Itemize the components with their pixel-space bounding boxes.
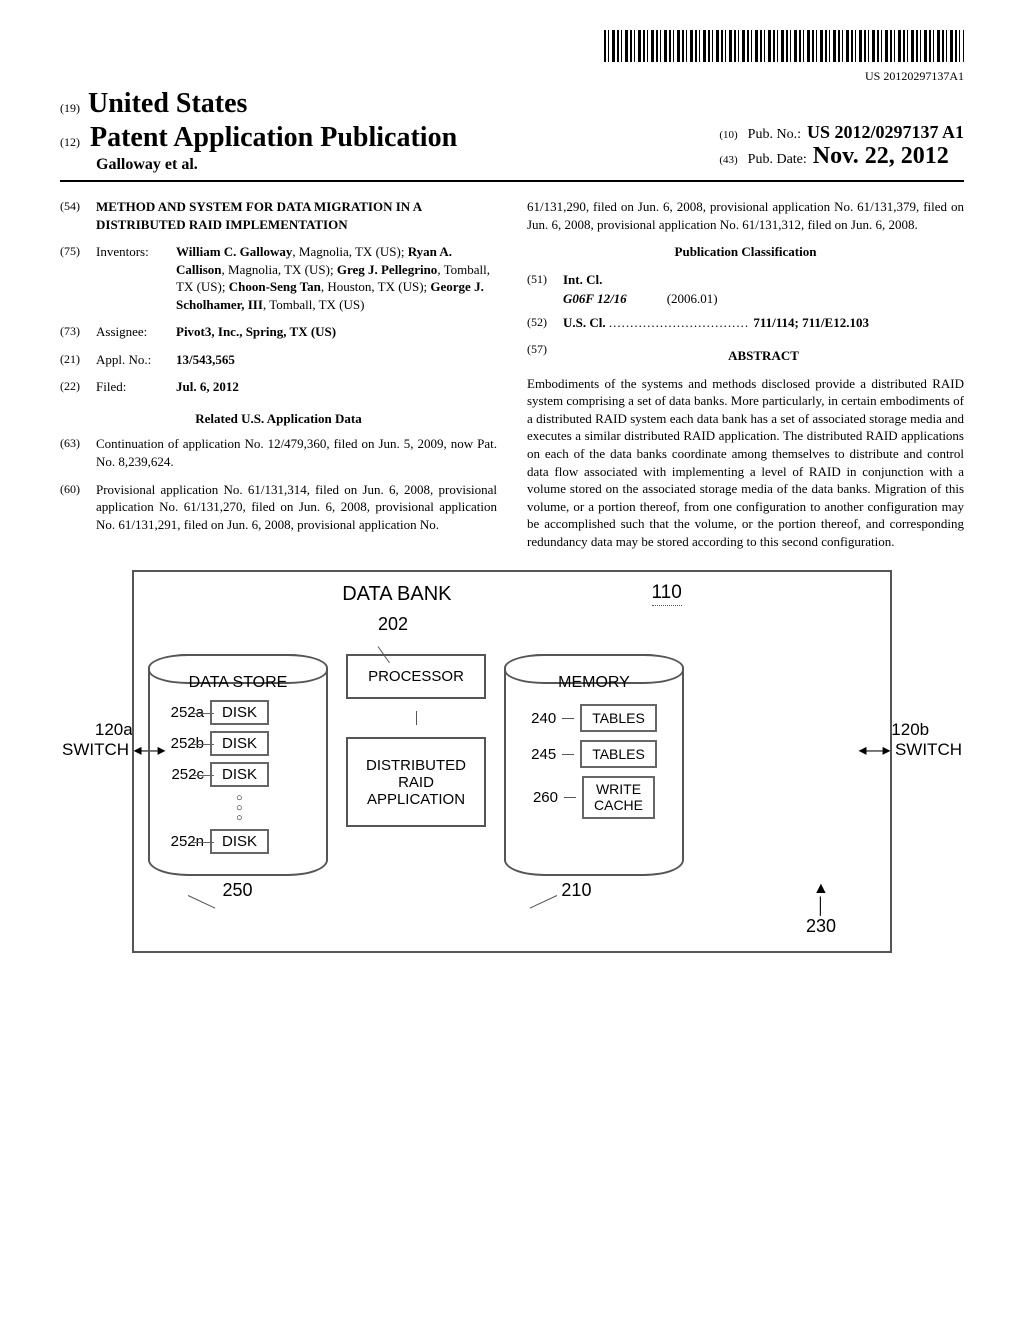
disk-box-n: DISK	[210, 829, 269, 854]
leader-line-icon	[530, 895, 558, 909]
connector-icon	[564, 797, 576, 798]
prov-text: Provisional application No. 61/131,314, …	[96, 481, 497, 534]
fig-ref-210: 210	[561, 880, 591, 900]
assignee-label: Assignee:	[96, 323, 176, 341]
connector-icon	[562, 718, 574, 719]
fig-ref-230-group: ▲│ 230	[806, 880, 836, 937]
assignee-code: (73)	[60, 323, 96, 341]
pub-type: Patent Application Publication	[90, 122, 457, 154]
mem-label-260: 260	[533, 789, 558, 806]
uscl-dots	[609, 315, 754, 330]
wc-line1: WRITE	[596, 781, 641, 797]
inventors-label: Inventors:	[96, 243, 176, 313]
filed-value: Jul. 6, 2012	[176, 378, 497, 396]
disk-ellipsis: ○○○	[236, 793, 316, 823]
fig-ref-202: 202	[378, 614, 408, 634]
pub-date: Nov. 22, 2012	[813, 143, 949, 170]
mem-box-writecache: WRITE CACHE	[582, 776, 655, 819]
country-code: (19)	[60, 101, 80, 115]
datastore-title: DATA STORE	[160, 674, 316, 692]
pub-no-code: (10)	[719, 129, 737, 141]
cont-text: Continuation of application No. 12/479,3…	[96, 435, 497, 470]
pubclass-heading: Publication Classification	[527, 243, 964, 261]
prov-text-cont: 61/131,290, filed on Jun. 6, 2008, provi…	[527, 198, 964, 233]
disk-box-c: DISK	[210, 762, 269, 787]
uscl-code: (52)	[527, 314, 563, 332]
app-box: DISTRIBUTED RAID APPLICATION	[346, 737, 486, 827]
fig-ref-250-group: 250	[188, 880, 253, 937]
abstract-text: Embodiments of the systems and methods d…	[527, 375, 964, 550]
memory-cylinder: MEMORY 240 TABLES 245 TABLES 260 WRITE	[504, 654, 684, 876]
authors-line: Galloway et al.	[96, 156, 699, 174]
memory-title: MEMORY	[516, 674, 672, 692]
pub-date-label: Pub. Date:	[748, 152, 807, 168]
barcode	[604, 30, 964, 62]
connector-icon	[562, 754, 574, 755]
cont-code: (63)	[60, 435, 96, 470]
left-switch-label: SWITCH	[62, 740, 129, 759]
wc-line2: CACHE	[594, 797, 643, 813]
appl-label: Appl. No.:	[96, 351, 176, 369]
prov-code: (60)	[60, 481, 96, 534]
figure-databank: DATA BANK 110 202 DATA STORE 252a DISK 2…	[132, 570, 892, 953]
right-switch-label: SWITCH	[895, 740, 962, 759]
intcl-code: (51)	[527, 271, 563, 289]
appl-value: 13/543,565	[176, 351, 497, 369]
abstract-heading: ABSTRACT	[563, 347, 964, 365]
fig-ref-110: 110	[652, 582, 682, 606]
filed-code: (22)	[60, 378, 96, 396]
leader-line-icon	[188, 895, 216, 909]
datastore-cylinder: DATA STORE 252a DISK 252b DISK 252c DISK…	[148, 654, 328, 876]
uscl-value: 711/114; 711/E12.103	[753, 315, 869, 330]
pub-no-label: Pub. No.:	[748, 127, 801, 143]
inventors-code: (75)	[60, 243, 96, 313]
intcl-label: Int. Cl.	[563, 271, 964, 289]
pub-no: US 2012/0297137 A1	[807, 122, 964, 143]
processor-box: PROCESSOR	[346, 654, 486, 699]
fig-ref-250: 250	[222, 880, 252, 900]
mem-label-245: 245	[531, 746, 556, 763]
intcl-class: G06F 12/16	[563, 290, 627, 308]
country-name: United States	[88, 88, 247, 119]
pub-type-code: (12)	[60, 135, 80, 150]
uscl-label: U.S. Cl.	[563, 315, 606, 330]
connector-line-icon	[416, 711, 417, 725]
assignee-value: Pivot3, Inc., Spring, TX (US)	[176, 323, 497, 341]
appl-code: (21)	[60, 351, 96, 369]
title-code: (54)	[60, 198, 96, 233]
inventors-value: William C. Galloway, Magnolia, TX (US); …	[176, 243, 497, 313]
fig-ref-210-group: 210	[527, 880, 592, 937]
mem-box-tables2: TABLES	[580, 740, 657, 768]
fig-ref-230: 230	[806, 916, 836, 936]
country-row: (19) United States	[60, 88, 964, 120]
arrow-up-icon: ▲│	[806, 880, 836, 916]
fig-title: DATA BANK	[342, 583, 451, 606]
filed-label: Filed:	[96, 378, 176, 396]
mem-box-tables1: TABLES	[580, 704, 657, 732]
disk-box-a: DISK	[210, 700, 269, 725]
intcl-year: (2006.01)	[667, 290, 718, 308]
invention-title: METHOD AND SYSTEM FOR DATA MIGRATION IN …	[96, 198, 497, 233]
pub-date-code: (43)	[719, 154, 737, 166]
disk-box-b: DISK	[210, 731, 269, 756]
abstract-code: (57)	[527, 341, 563, 371]
barcode-text: US 20120297137A1	[60, 69, 964, 84]
mem-label-240: 240	[531, 710, 556, 727]
related-heading: Related U.S. Application Data	[60, 410, 497, 428]
